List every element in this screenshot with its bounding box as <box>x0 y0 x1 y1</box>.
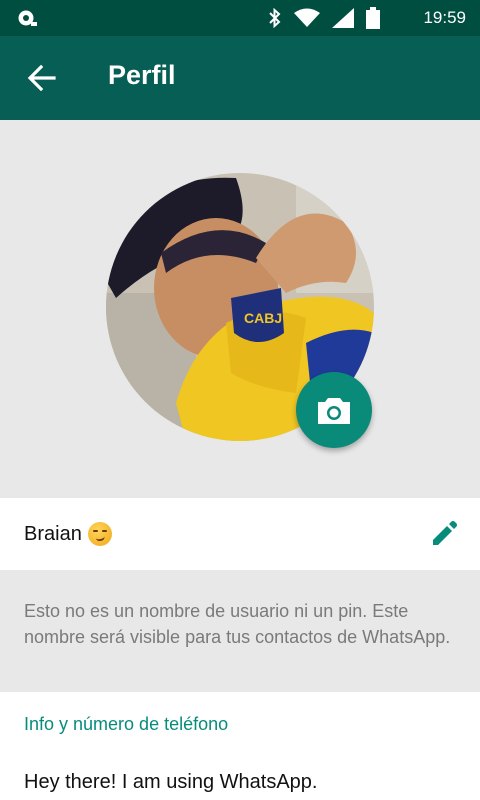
name-row[interactable]: Braian <box>0 498 480 570</box>
profile-name: Braian <box>24 522 112 546</box>
profile-name-text: Braian <box>24 522 82 545</box>
smirk-emoji <box>87 522 112 546</box>
notification-icon <box>18 10 37 26</box>
arrow-back-icon[interactable] <box>26 62 58 94</box>
bluetooth-icon <box>269 7 281 29</box>
change-photo-button[interactable] <box>296 372 372 448</box>
app-bar: Perfil <box>0 36 480 120</box>
status-bar: 19:59 <box>0 0 480 36</box>
status-icons <box>268 7 380 29</box>
svg-text:CABJ: CABJ <box>244 310 282 326</box>
signal-icon <box>332 8 354 28</box>
name-hint: Esto no es un nombre de usuario ni un pi… <box>0 570 480 692</box>
profile-photo-area: CABJ <box>0 120 480 498</box>
about-text[interactable]: Hey there! I am using WhatsApp. <box>24 771 317 794</box>
name-hint-text: Esto no es un nombre de usuario ni un pi… <box>24 601 451 647</box>
info-card: Info y número de teléfono Hey there! I a… <box>0 692 480 800</box>
wifi-icon <box>294 8 320 27</box>
section-title-info: Info y número de teléfono <box>24 714 229 734</box>
pencil-icon[interactable] <box>430 520 458 548</box>
status-time: 19:59 <box>423 8 466 27</box>
battery-icon <box>366 7 380 29</box>
camera-icon <box>318 398 350 424</box>
page-title: Perfil <box>108 60 176 90</box>
